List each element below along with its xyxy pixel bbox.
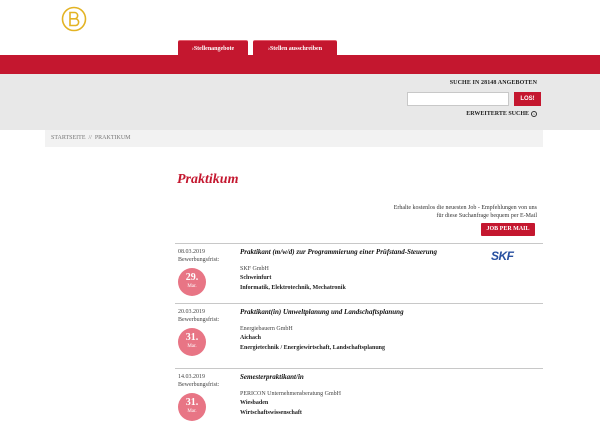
job-city: Wiesbaden bbox=[240, 400, 269, 406]
deadline-day: 29. bbox=[185, 272, 199, 283]
job-title-link[interactable]: Semesterpraktikant/in bbox=[240, 373, 304, 381]
tab-stellen-ausschreiben[interactable]: ›Stellen ausschreiben bbox=[253, 40, 337, 56]
deadline-badge: 31. Mar. bbox=[178, 393, 206, 421]
top-navigation: ›Stellenangebote ›Stellen ausschreiben bbox=[0, 40, 600, 56]
deadline-badge: 29. Mar. bbox=[178, 268, 206, 296]
job-company: Energiebauern GmbH bbox=[240, 326, 293, 332]
job-company: PERICON Unternehmensberatung GmbH bbox=[240, 391, 341, 397]
advanced-search-link[interactable]: ERWEITERTE SUCHE › bbox=[466, 111, 537, 117]
search-button[interactable]: LOS! bbox=[514, 92, 541, 106]
deadline-month: Mar. bbox=[187, 409, 197, 414]
deadline-label: Bewerbungsfrist: bbox=[178, 382, 220, 388]
deadline-badge: 31. Mar. bbox=[178, 328, 206, 356]
deadline-label: Bewerbungsfrist: bbox=[178, 317, 220, 323]
search-input[interactable] bbox=[407, 92, 509, 106]
listing-date: 08.03.2019 bbox=[178, 249, 205, 255]
job-company: SKF GmbH bbox=[240, 266, 269, 272]
tab-stellenangebote[interactable]: ›Stellenangebote bbox=[178, 40, 248, 56]
chevron-circle-icon: › bbox=[531, 111, 537, 117]
job-field: Informatik, Elektrotechnik, Mechatronik bbox=[240, 285, 346, 291]
page-title: Praktikum bbox=[177, 172, 239, 187]
deadline-month: Mar. bbox=[187, 344, 197, 349]
list-item: 20.03.2019 Bewerbungsfrist: 31. Mar. Pra… bbox=[175, 303, 543, 368]
company-logo[interactable]: SKF bbox=[491, 249, 514, 263]
list-item: 14.03.2019 Bewerbungsfrist: 31. Mar. Sem… bbox=[175, 368, 543, 424]
job-field: Wirtschaftswissenschaft bbox=[240, 410, 302, 416]
listing-date: 20.03.2019 bbox=[178, 309, 205, 315]
breadcrumb-current: Praktikum bbox=[94, 135, 131, 141]
search-title: SUCHE IN 28148 ANGEBOTEN bbox=[449, 80, 537, 86]
job-field: Energietechnik / Energiewirtschaft, Land… bbox=[240, 345, 386, 351]
job-city: Schweinfurt bbox=[240, 275, 272, 281]
deadline-label: Bewerbungsfrist: bbox=[178, 257, 220, 263]
job-per-mail-button[interactable]: JOB PER MAIL bbox=[481, 223, 535, 236]
listing-date: 14.03.2019 bbox=[178, 374, 205, 380]
breadcrumb-separator: // bbox=[88, 135, 92, 141]
list-item: 08.03.2019 Bewerbungsfrist: 29. Mar. Pra… bbox=[175, 243, 543, 303]
breadcrumb-home[interactable]: Startseite bbox=[51, 135, 86, 141]
divider bbox=[175, 368, 543, 369]
deadline-day: 31. bbox=[185, 397, 199, 408]
job-city: Aichach bbox=[240, 335, 261, 341]
breadcrumb: Startseite // Praktikum bbox=[45, 130, 543, 147]
job-title-link[interactable]: Praktikant(in) Umweltplanung und Landsch… bbox=[240, 308, 404, 316]
deadline-day: 31. bbox=[185, 332, 199, 343]
header-red-bar bbox=[0, 55, 600, 74]
job-title-link[interactable]: Praktikant (m/w/d) zur Programmierung ei… bbox=[240, 248, 437, 256]
deadline-month: Mar. bbox=[187, 284, 197, 289]
mail-promo-text: Erhalte kostenlos die neuesten Job - Emp… bbox=[393, 205, 537, 219]
site-logo[interactable] bbox=[61, 6, 87, 32]
advanced-search-label: ERWEITERTE SUCHE bbox=[466, 111, 529, 117]
divider bbox=[175, 243, 543, 244]
divider bbox=[175, 303, 543, 304]
